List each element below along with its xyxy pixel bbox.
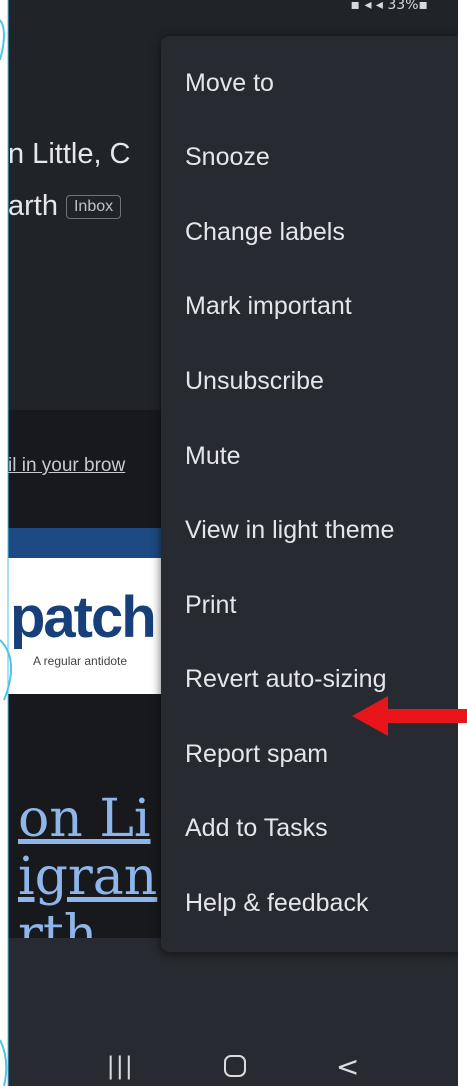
menu-item-view-in-light-theme[interactable]: View in light theme	[185, 516, 394, 545]
red-arrow-annotation	[352, 696, 467, 736]
menu-item-help-feedback[interactable]: Help & feedback	[185, 889, 368, 918]
menu-item-print[interactable]: Print	[185, 591, 236, 620]
menu-item-move-to[interactable]: Move to	[185, 69, 274, 98]
email-sender: n Little, C	[8, 138, 131, 170]
email-subject: arth Inbox	[8, 190, 122, 223]
view-in-browser-link[interactable]: il in your brow	[8, 455, 125, 477]
phone-screen: ▪ ◂ ◂ 33%▪ n Little, C arth Inbox il in …	[8, 0, 458, 1086]
back-button[interactable]: <	[336, 1050, 359, 1083]
title-line: on Li	[18, 789, 151, 849]
overflow-menu: Move to Snooze Change labels Mark import…	[161, 36, 458, 952]
recents-button[interactable]: |||	[107, 1052, 134, 1080]
menu-item-revert-auto-sizing[interactable]: Revert auto-sizing	[185, 665, 386, 694]
newsletter-logo: patch	[10, 585, 157, 650]
menu-item-snooze[interactable]: Snooze	[185, 143, 270, 172]
system-nav-bar: ||| <	[8, 1046, 458, 1086]
menu-item-unsubscribe[interactable]: Unsubscribe	[185, 367, 324, 396]
menu-item-report-spam[interactable]: Report spam	[185, 740, 328, 769]
status-bar-icons: ▪ ◂ ◂ 33%▪	[350, 0, 429, 13]
inbox-label-chip[interactable]: Inbox	[65, 194, 122, 219]
menu-item-mark-important[interactable]: Mark important	[185, 292, 352, 321]
home-button[interactable]	[223, 1055, 246, 1077]
title-line: igran	[18, 847, 158, 907]
menu-item-add-to-tasks[interactable]: Add to Tasks	[185, 814, 328, 843]
subject-text: arth	[8, 190, 58, 222]
menu-item-change-labels[interactable]: Change labels	[185, 218, 345, 247]
menu-item-mute[interactable]: Mute	[185, 442, 241, 471]
newsletter-tagline: A regular antidote	[33, 654, 128, 668]
